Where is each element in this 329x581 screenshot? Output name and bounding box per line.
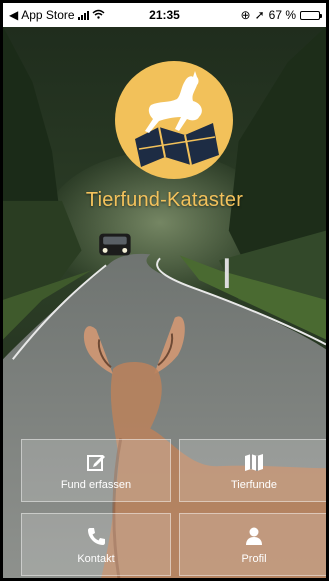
app-logo [115,61,233,179]
edit-icon [87,454,105,471]
contact-button[interactable]: Kontakt [21,513,171,576]
map-icon [245,453,263,471]
status-time: 21:35 [149,8,180,22]
contact-label: Kontakt [77,552,115,565]
phone-icon [88,527,105,545]
battery-icon [300,10,323,20]
location-arrow-icon: ➚ [254,8,265,22]
wifi-icon [92,8,105,22]
status-bar: ◀ App Store 21:35 ⊕ ➚ 67 % [3,3,326,27]
profile-label: Profil [241,552,267,565]
record-find-label: Fund erfassen [60,478,132,491]
animal-finds-label: Tierfunde [230,478,278,491]
back-to-app-store[interactable]: App Store [21,8,74,22]
signal-icon [77,10,89,20]
back-arrow-icon[interactable]: ◀ [9,8,18,22]
record-find-button[interactable]: Fund erfassen [21,439,171,502]
profile-button[interactable]: Profil [179,513,326,576]
user-icon [246,527,262,545]
battery-percent: 67 % [268,8,297,22]
app-title: Tierfund-Kataster [85,189,244,211]
rotation-lock-icon: ⊕ [240,8,251,22]
app-screen: ◀ App Store 21:35 ⊕ ➚ 67 % Tierfund-Kata… [0,0,329,581]
animal-finds-button[interactable]: Tierfunde [179,439,326,502]
